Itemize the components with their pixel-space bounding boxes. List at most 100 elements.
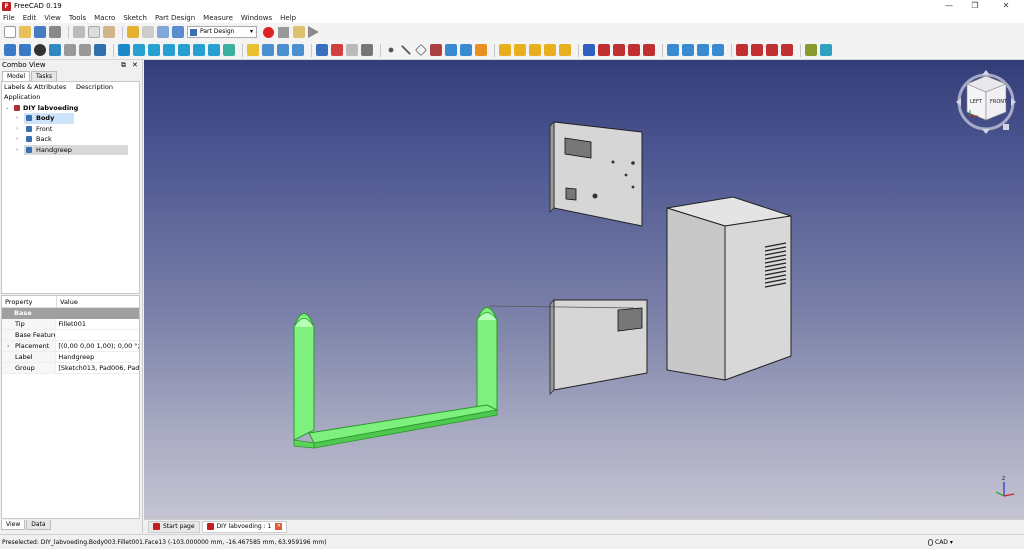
top-view-icon[interactable] bbox=[148, 44, 160, 56]
new-file-icon[interactable] bbox=[4, 26, 16, 38]
navcube-face-left[interactable]: LEFT bbox=[970, 99, 983, 105]
property-row-base-feature[interactable]: Base Feature bbox=[2, 329, 139, 341]
copy-icon[interactable] bbox=[88, 26, 100, 38]
expand-arrow-icon[interactable]: › bbox=[16, 134, 18, 145]
minimize-button[interactable]: — bbox=[935, 0, 963, 12]
additive-primitive-icon[interactable] bbox=[559, 44, 571, 56]
close-button[interactable]: ✕ bbox=[992, 0, 1020, 12]
subtractive-loft-icon[interactable] bbox=[628, 44, 640, 56]
menu-file[interactable]: File bbox=[3, 14, 15, 22]
subtractive-primitive-icon[interactable] bbox=[643, 44, 655, 56]
tree-item-handgreep[interactable]: › Handgreep bbox=[2, 144, 139, 156]
run-macro-icon[interactable] bbox=[308, 26, 319, 38]
expand-arrow-icon[interactable]: › bbox=[16, 124, 18, 135]
float-panel-icon[interactable]: ⧉ bbox=[121, 60, 126, 71]
menu-part-design[interactable]: Part Design bbox=[155, 14, 195, 22]
navcube-face-front[interactable]: FRONT bbox=[990, 99, 1008, 105]
fillet-icon[interactable] bbox=[736, 44, 748, 56]
create-body-icon[interactable] bbox=[247, 44, 259, 56]
close-tab-icon[interactable]: ✕ bbox=[275, 523, 283, 530]
tab-start-page[interactable]: Start page bbox=[148, 520, 200, 533]
property-value[interactable]: [(0,00 0,00 1,00); 0,00 °; (-... bbox=[56, 341, 139, 351]
rear-view-icon[interactable] bbox=[178, 44, 190, 56]
expand-arrow-icon[interactable]: › bbox=[16, 113, 18, 124]
tab-view[interactable]: View bbox=[1, 520, 26, 530]
navigation-cube[interactable]: LEFT FRONT bbox=[956, 70, 1016, 134]
tab-model[interactable]: Model bbox=[2, 71, 31, 81]
tree-column-labels[interactable]: Labels & Attributes bbox=[4, 82, 76, 92]
edit-macro-icon[interactable] bbox=[293, 26, 305, 38]
open-file-icon[interactable] bbox=[19, 26, 31, 38]
polar-pattern-icon[interactable] bbox=[697, 44, 709, 56]
revolution-icon[interactable] bbox=[514, 44, 526, 56]
tab-tasks[interactable]: Tasks bbox=[31, 71, 58, 81]
bounding-box-icon[interactable] bbox=[49, 44, 61, 56]
expand-arrow-icon[interactable]: › bbox=[7, 341, 9, 352]
property-value[interactable]: Fillet001 bbox=[56, 319, 139, 329]
create-part-icon[interactable] bbox=[262, 44, 274, 56]
chamfer-feature-icon[interactable] bbox=[751, 44, 763, 56]
fit-selection-icon[interactable] bbox=[19, 44, 31, 56]
menu-edit[interactable]: Edit bbox=[23, 14, 37, 22]
workbench-selector[interactable]: Part Design ▾ bbox=[187, 26, 257, 38]
property-value[interactable] bbox=[56, 330, 139, 340]
draft-icon[interactable] bbox=[766, 44, 778, 56]
property-row-placement[interactable]: › Placement [(0,00 0,00 1,00); 0,00 °; (… bbox=[2, 340, 139, 352]
bottom-view-icon[interactable] bbox=[193, 44, 205, 56]
measure-linear-icon[interactable] bbox=[805, 44, 817, 56]
sub-shape-binder-icon[interactable] bbox=[445, 44, 457, 56]
datum-plane-icon[interactable] bbox=[415, 44, 427, 56]
expand-arrow-icon[interactable]: › bbox=[16, 145, 18, 156]
navcube-arrow-up-icon[interactable] bbox=[982, 70, 990, 75]
handle-handgreep[interactable] bbox=[293, 307, 499, 449]
navigation-style-selector[interactable]: CAD ▾ bbox=[928, 535, 953, 549]
groove-icon[interactable] bbox=[613, 44, 625, 56]
fit-all-icon[interactable] bbox=[4, 44, 16, 56]
back-panel[interactable] bbox=[489, 299, 648, 395]
pocket-icon[interactable] bbox=[583, 44, 595, 56]
create-group-icon[interactable] bbox=[277, 44, 289, 56]
cut-icon[interactable] bbox=[73, 26, 85, 38]
save-icon[interactable] bbox=[34, 26, 46, 38]
property-value[interactable]: Handgreep bbox=[56, 352, 139, 362]
menu-macro[interactable]: Macro bbox=[94, 14, 115, 22]
thickness-icon[interactable] bbox=[781, 44, 793, 56]
menu-measure[interactable]: Measure bbox=[203, 14, 233, 22]
front-view-icon[interactable] bbox=[133, 44, 145, 56]
whats-this-icon[interactable] bbox=[172, 26, 184, 38]
shape-binder-icon[interactable] bbox=[346, 44, 358, 56]
paste-icon[interactable] bbox=[103, 26, 115, 38]
loft-icon[interactable] bbox=[529, 44, 541, 56]
clone-icon[interactable] bbox=[361, 44, 373, 56]
tree-item-front[interactable]: › Front bbox=[2, 124, 139, 135]
hole-icon[interactable] bbox=[598, 44, 610, 56]
refresh-icon[interactable] bbox=[157, 26, 169, 38]
front-panel[interactable] bbox=[549, 121, 643, 227]
create-sketch-icon[interactable] bbox=[316, 44, 328, 56]
local-cs-icon[interactable] bbox=[430, 44, 442, 56]
chamfer-icon[interactable] bbox=[475, 44, 487, 56]
linear-pattern-icon[interactable] bbox=[682, 44, 694, 56]
menu-tools[interactable]: Tools bbox=[69, 14, 86, 22]
add-primitive-icon[interactable] bbox=[460, 44, 472, 56]
isometric-view-icon[interactable] bbox=[118, 44, 130, 56]
menu-help[interactable]: Help bbox=[280, 14, 296, 22]
menu-windows[interactable]: Windows bbox=[241, 14, 272, 22]
menu-sketch[interactable]: Sketch bbox=[123, 14, 147, 22]
stop-macro-icon[interactable] bbox=[278, 26, 289, 38]
back-arrow-icon[interactable] bbox=[64, 44, 76, 56]
measure-distance-icon[interactable] bbox=[223, 44, 235, 56]
tree-document[interactable]: ⌄ DIY labvoeding bbox=[2, 103, 139, 114]
datum-line-icon[interactable] bbox=[401, 45, 411, 55]
property-row-label[interactable]: Label Handgreep bbox=[2, 351, 139, 363]
property-row-group[interactable]: Group [Sketch013, Pad006, Pad0... bbox=[2, 362, 139, 374]
mirrored-icon[interactable] bbox=[667, 44, 679, 56]
measure-angular-icon[interactable] bbox=[820, 44, 832, 56]
tree-column-description[interactable]: Description bbox=[76, 82, 113, 92]
expand-arrow-icon[interactable]: ⌄ bbox=[5, 103, 9, 114]
link-icon[interactable] bbox=[292, 44, 304, 56]
right-view-icon[interactable] bbox=[163, 44, 175, 56]
menu-view[interactable]: View bbox=[44, 14, 61, 22]
maximize-button[interactable]: ❐ bbox=[961, 0, 989, 12]
forward-arrow-icon[interactable] bbox=[79, 44, 91, 56]
